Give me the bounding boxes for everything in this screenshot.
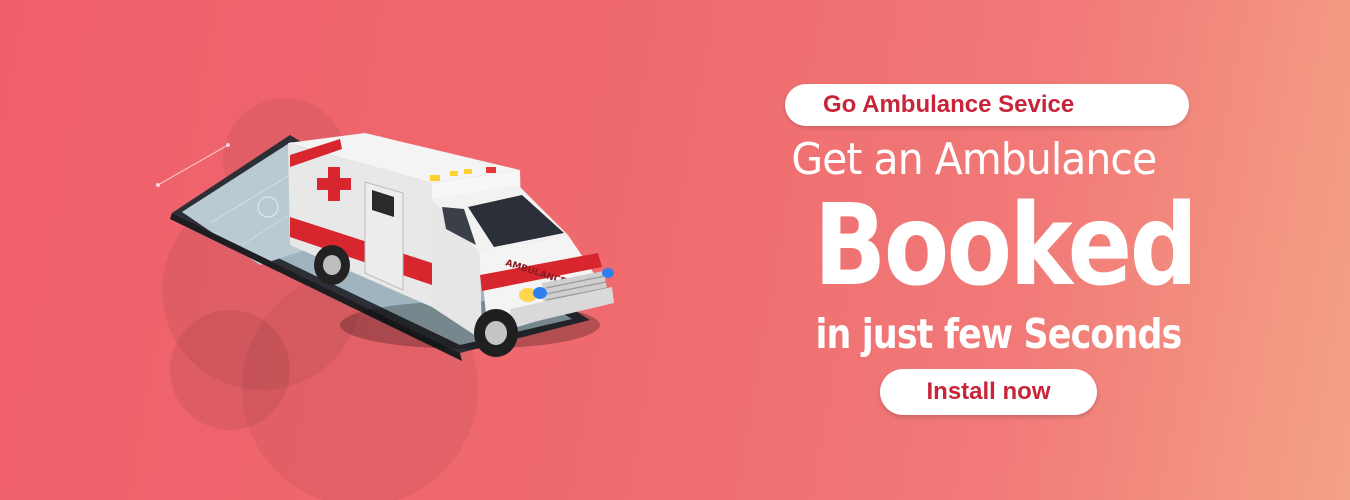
- ambulance-on-phone-icon: AMBULANCE: [156, 133, 614, 361]
- headline-line-3: in just few Seconds: [815, 310, 1182, 358]
- service-name-badge: Go Ambulance Sevice: [785, 84, 1189, 126]
- promo-banner: AMBULANCE Go Ambulance Sevice Get an Amb…: [0, 0, 1350, 500]
- service-name-label: Go Ambulance Sevice: [823, 91, 1075, 118]
- promo-text-block: Go Ambulance Sevice Get an Ambulance Boo…: [785, 84, 1198, 424]
- install-now-button[interactable]: Install now: [880, 369, 1097, 415]
- headline-line-2: Booked: [813, 181, 1198, 311]
- headline-line-1: Get an Ambulance: [791, 134, 1157, 185]
